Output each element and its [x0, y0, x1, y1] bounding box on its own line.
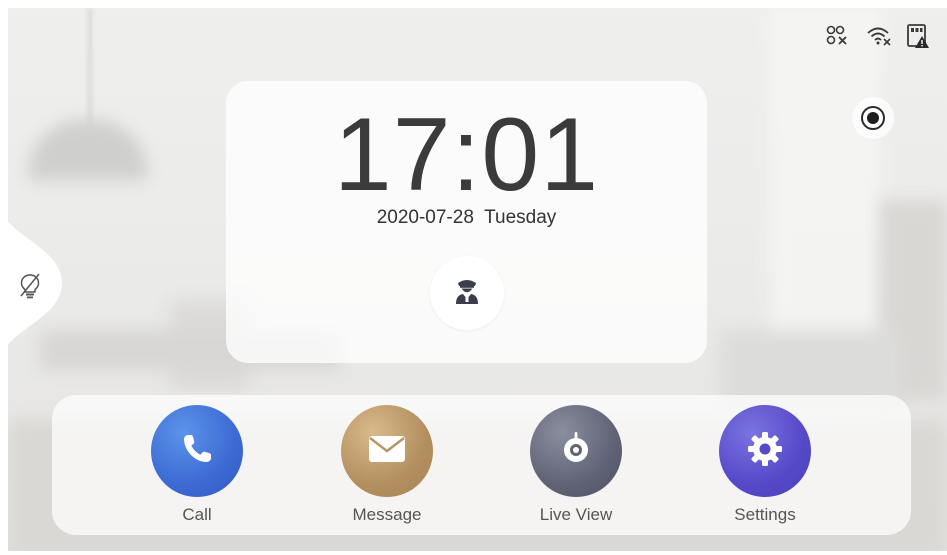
envelope-icon	[367, 433, 407, 470]
background-lamp-cord	[88, 8, 92, 128]
phone-icon	[177, 429, 217, 474]
call-guard-button[interactable]	[430, 256, 504, 330]
live-view-button[interactable]	[530, 405, 622, 497]
dock-label-call: Call	[182, 505, 212, 524]
sip-disconnected-icon	[823, 22, 851, 50]
background-window	[770, 8, 880, 368]
clock-date-line: 2020-07-28 Tuesday	[226, 207, 707, 229]
call-button[interactable]	[151, 405, 243, 497]
dock-item-live-view[interactable]: Live View	[515, 405, 635, 529]
sd-card-warning-icon	[904, 22, 932, 50]
dock-label-live-view: Live View	[539, 505, 613, 524]
camera-icon	[556, 429, 596, 474]
background-lamp	[28, 120, 148, 180]
clock-time: 17:01	[333, 97, 600, 213]
dock-item-message[interactable]: Message	[326, 405, 446, 529]
dock-label-settings: Settings	[734, 505, 796, 524]
record-button[interactable]	[852, 97, 894, 139]
clock-weekday: Tuesday	[484, 207, 557, 228]
light-off-icon	[18, 272, 42, 305]
clock-card: 17:01 2020-07-28 Tuesday	[226, 81, 707, 363]
settings-button[interactable]	[719, 405, 811, 497]
message-button[interactable]	[341, 405, 433, 497]
security-guard-icon	[454, 276, 480, 311]
gear-icon	[745, 429, 785, 474]
screen-border-top	[0, 0, 947, 8]
dock-item-settings[interactable]: Settings	[704, 405, 824, 529]
dock-label-message: Message	[352, 505, 422, 524]
dock-item-call[interactable]: Call	[136, 405, 256, 529]
record-icon	[861, 106, 885, 130]
wifi-disconnected-icon	[865, 22, 893, 50]
screen-border-left	[0, 0, 8, 555]
screen-border-bottom	[0, 551, 947, 555]
clock-date: 2020-07-28	[376, 207, 474, 228]
app-dock: Call Message Live View Settings	[52, 395, 911, 535]
side-light-tab[interactable]	[0, 208, 62, 358]
home-screen: 17:01 2020-07-28 Tuesday Call Message Li…	[0, 0, 947, 555]
